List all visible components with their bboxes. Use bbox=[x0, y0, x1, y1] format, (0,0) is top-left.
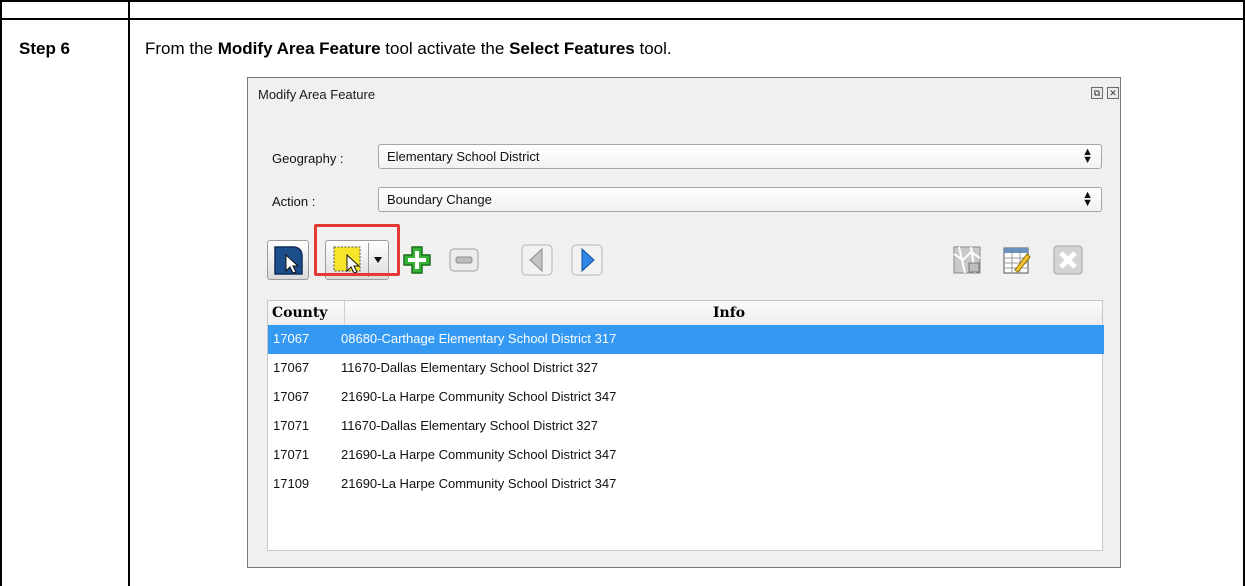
dialog-title: Modify Area Feature bbox=[258, 87, 376, 102]
map-icon bbox=[953, 246, 981, 274]
remove-button[interactable] bbox=[445, 240, 483, 280]
county-cell: 17071 bbox=[273, 418, 310, 433]
info-cell: 08680-Carthage Elementary School Distric… bbox=[341, 331, 617, 346]
column-header-info[interactable]: Info bbox=[713, 305, 745, 321]
chevron-updown-icon: ▲ ▼ bbox=[1082, 189, 1093, 209]
float-window-icon[interactable]: ⧉ bbox=[1091, 87, 1103, 99]
remove-icon bbox=[449, 248, 479, 272]
table-row[interactable]: 17109 21690-La Harpe Community School Di… bbox=[268, 470, 1104, 499]
modify-area-feature-dialog: Modify Area Feature ⧉ ✕ Geography : Elem… bbox=[247, 77, 1121, 568]
table-row[interactable]: 17067 21690-La Harpe Community School Di… bbox=[268, 383, 1104, 412]
county-cell: 17109 bbox=[273, 476, 310, 491]
table-row[interactable]: 17071 21690-La Harpe Community School Di… bbox=[268, 441, 1104, 470]
previous-button[interactable] bbox=[518, 240, 556, 280]
table-border-left bbox=[0, 0, 2, 586]
instruction-text: tool. bbox=[634, 39, 672, 58]
column-header-county[interactable]: County bbox=[272, 305, 327, 321]
county-cell: 17067 bbox=[273, 331, 310, 346]
edit-table-button[interactable] bbox=[997, 240, 1037, 280]
action-value: Boundary Change bbox=[387, 192, 492, 207]
column-divider bbox=[344, 301, 345, 325]
instruction-text: tool activate the bbox=[380, 39, 510, 58]
next-button[interactable] bbox=[568, 240, 606, 280]
table-header: County Info bbox=[268, 301, 1102, 326]
table-row[interactable]: 17067 08680-Carthage Elementary School D… bbox=[268, 325, 1104, 354]
close-icon bbox=[1053, 245, 1083, 275]
select-area-button[interactable] bbox=[267, 240, 309, 280]
info-cell: 21690-La Harpe Community School District… bbox=[341, 476, 617, 491]
next-icon bbox=[571, 244, 603, 276]
table-row[interactable]: 17067 11670-Dallas Elementary School Dis… bbox=[268, 354, 1104, 383]
instruction-text: From the bbox=[145, 39, 218, 58]
instruction-select-tool-name: Select Features bbox=[509, 39, 635, 58]
previous-icon bbox=[521, 244, 553, 276]
features-table: County Info 17067 08680-Carthage Element… bbox=[267, 300, 1104, 551]
cancel-button[interactable] bbox=[1048, 240, 1088, 280]
highlight-box bbox=[314, 224, 400, 276]
county-cell: 17067 bbox=[273, 389, 310, 404]
info-cell: 21690-La Harpe Community School District… bbox=[341, 389, 617, 404]
table-row-divider bbox=[0, 18, 1245, 20]
table-column-divider bbox=[128, 0, 130, 586]
county-cell: 17071 bbox=[273, 447, 310, 462]
step-instruction: From the Modify Area Feature tool activa… bbox=[145, 39, 672, 59]
action-select[interactable]: Boundary Change ▲ ▼ bbox=[378, 187, 1102, 212]
edit-table-icon bbox=[1003, 247, 1031, 274]
instruction-tool-name: Modify Area Feature bbox=[217, 39, 381, 58]
chevron-updown-icon: ▲ ▼ bbox=[1082, 146, 1093, 166]
info-cell: 21690-La Harpe Community School District… bbox=[341, 447, 617, 462]
add-icon bbox=[403, 246, 431, 274]
table-border-top bbox=[0, 0, 1245, 2]
county-cell: 17067 bbox=[273, 360, 310, 375]
geography-value: Elementary School District bbox=[387, 149, 540, 164]
close-window-icon[interactable]: ✕ bbox=[1107, 87, 1119, 99]
map-button[interactable] bbox=[948, 240, 986, 280]
table-row[interactable]: 17071 11670-Dallas Elementary School Dis… bbox=[268, 412, 1104, 441]
add-button[interactable] bbox=[399, 240, 435, 280]
geography-select[interactable]: Elementary School District ▲ ▼ bbox=[378, 144, 1102, 169]
info-cell: 11670-Dallas Elementary School District … bbox=[341, 360, 598, 375]
action-label: Action : bbox=[272, 194, 316, 209]
step-label: Step 6 bbox=[19, 39, 71, 58]
select-area-icon bbox=[274, 246, 303, 275]
info-cell: 11670-Dallas Elementary School District … bbox=[341, 418, 598, 433]
geography-label: Geography : bbox=[272, 151, 344, 166]
